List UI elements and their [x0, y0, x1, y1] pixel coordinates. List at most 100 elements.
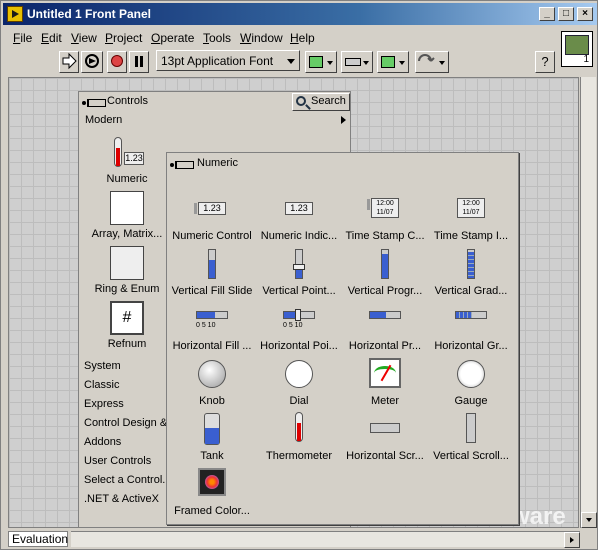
- category-addons[interactable]: Addons: [84, 436, 121, 448]
- minimize-button[interactable]: _: [539, 7, 555, 21]
- run-button[interactable]: [59, 51, 79, 73]
- numeric-subpalette: Numeric 1.23 Numeric Control 1.23 Numeri…: [166, 152, 519, 525]
- context-help-button[interactable]: ?: [535, 51, 555, 73]
- knob-item[interactable]: Knob: [168, 356, 256, 407]
- category-dotnet-activex[interactable]: .NET & ActiveX: [84, 493, 159, 505]
- abort-button[interactable]: [107, 51, 127, 73]
- align-objects-button[interactable]: [305, 51, 337, 73]
- menu-edit[interactable]: Edit: [41, 31, 62, 45]
- time-stamp-control-item[interactable]: 12:00 11/07 Time Stamp C...: [341, 191, 429, 242]
- numeric-control-icon: 1.23: [194, 191, 230, 227]
- title-bar[interactable]: Untitled 1 Front Panel _ □ ×: [3, 3, 597, 25]
- meter-item[interactable]: Meter: [341, 356, 429, 407]
- connector-pane-number: 1: [583, 54, 589, 65]
- scroll-right-button[interactable]: [564, 532, 580, 548]
- pause-button[interactable]: [129, 51, 149, 73]
- horizontal-scrollbar[interactable]: [71, 531, 580, 548]
- resize-icon: [381, 56, 395, 68]
- search-button[interactable]: Search: [292, 93, 350, 111]
- tank-item[interactable]: Tank: [168, 411, 256, 462]
- time-stamp-control-icon: 12:00 11/07: [367, 191, 403, 227]
- menu-window[interactable]: Window: [240, 31, 283, 45]
- menu-file[interactable]: File: [13, 31, 32, 45]
- dial-item[interactable]: Dial: [255, 356, 343, 407]
- horizontal-scrollbar-icon: [367, 411, 403, 447]
- pin-icon[interactable]: [82, 97, 106, 107]
- chevron-down-icon: [439, 61, 445, 65]
- horizontal-graduated-bar-item[interactable]: Horizontal Gr...: [427, 301, 515, 352]
- vertical-scrollbar[interactable]: [580, 77, 597, 528]
- resize-objects-button[interactable]: [377, 51, 409, 73]
- menu-operate[interactable]: Operate: [151, 31, 194, 45]
- numeric-indicator-icon: 1.23: [281, 191, 317, 227]
- pin-icon[interactable]: [170, 159, 194, 169]
- category-user-controls[interactable]: User Controls: [84, 455, 151, 467]
- run-continuously-icon: [85, 54, 99, 68]
- vertical-scrollbar-item[interactable]: Vertical Scroll...: [427, 411, 515, 462]
- menu-project[interactable]: Project: [105, 31, 142, 45]
- pause-icon: [135, 56, 138, 67]
- evaluation-label: Evaluation: [8, 531, 68, 547]
- tank-icon: [194, 411, 230, 447]
- horizontal-fill-slide-item[interactable]: 0 5 10 Horizontal Fill ...: [168, 301, 256, 352]
- watermark: ware: [511, 503, 566, 530]
- vertical-graduated-bar-item[interactable]: Vertical Grad...: [427, 246, 515, 297]
- array-icon: [110, 191, 144, 225]
- palette-item-numeric[interactable]: 1.23 Numeric: [85, 136, 169, 185]
- palette-item-refnum[interactable]: # Refnum: [85, 301, 169, 350]
- numeric-indicator-item[interactable]: 1.23 Numeric Indic...: [255, 191, 343, 242]
- horizontal-progress-bar-item[interactable]: Horizontal Pr...: [341, 301, 429, 352]
- vertical-pointer-slide-item[interactable]: Vertical Point...: [255, 246, 343, 297]
- horizontal-graduated-bar-icon: [453, 301, 489, 337]
- category-express[interactable]: Express: [84, 398, 124, 410]
- window-title: Untitled 1 Front Panel: [27, 7, 152, 21]
- palette-title: Controls: [107, 95, 148, 107]
- horizontal-pointer-slide-item[interactable]: 0 5 10 Horizontal Poi...: [255, 301, 343, 352]
- reorder-button[interactable]: [415, 51, 449, 73]
- horizontal-progress-bar-icon: [367, 301, 403, 337]
- font-selector-value: 13pt Application Font: [161, 54, 274, 68]
- gauge-item[interactable]: Gauge: [427, 356, 515, 407]
- menu-view[interactable]: View: [71, 31, 97, 45]
- vertical-progress-bar-icon: [367, 246, 403, 282]
- close-button[interactable]: ×: [577, 7, 593, 21]
- palette-header: Controls Search: [79, 92, 350, 112]
- search-icon: [296, 96, 306, 106]
- framed-color-box-item[interactable]: Framed Color...: [168, 466, 256, 517]
- run-arrow-icon: [62, 52, 77, 70]
- thermometer-item[interactable]: Thermometer: [255, 411, 343, 462]
- vertical-fill-slide-item[interactable]: Vertical Fill Slide: [168, 246, 256, 297]
- distribute-objects-button[interactable]: [341, 51, 373, 73]
- scroll-down-button[interactable]: [581, 512, 597, 528]
- category-classic[interactable]: Classic: [84, 379, 119, 391]
- font-selector[interactable]: 13pt Application Font: [156, 50, 300, 71]
- maximize-button[interactable]: □: [558, 7, 574, 21]
- menu-bar: File Edit View Project Operate Tools Win…: [3, 28, 557, 48]
- run-continuously-button[interactable]: [81, 51, 103, 73]
- menu-help[interactable]: Help: [290, 31, 315, 45]
- front-panel-window: Untitled 1 Front Panel _ □ × File Edit V…: [0, 0, 598, 550]
- vertical-progress-bar-item[interactable]: Vertical Progr...: [341, 246, 429, 297]
- time-stamp-indicator-item[interactable]: 12:00 11/07 Time Stamp I...: [427, 191, 515, 242]
- numeric-control-item[interactable]: 1.23 Numeric Control: [168, 191, 256, 242]
- reorder-icon: [418, 54, 435, 62]
- horizontal-scrollbar-item[interactable]: Horizontal Scr...: [341, 411, 429, 462]
- palette-item-array[interactable]: Array, Matrix...: [85, 191, 169, 240]
- palette-item-ring-enum[interactable]: Ring & Enum: [85, 246, 169, 295]
- category-modern[interactable]: Modern: [81, 112, 350, 129]
- gauge-icon: [453, 356, 489, 392]
- horizontal-pointer-slide-icon: 0 5 10: [281, 301, 317, 337]
- vertical-scrollbar-icon: [453, 411, 489, 447]
- category-control-design[interactable]: Control Design &: [84, 417, 167, 429]
- numeric-icon: 1.23: [110, 136, 144, 170]
- knob-icon: [194, 356, 230, 392]
- refnum-icon: #: [110, 301, 144, 335]
- menu-tools[interactable]: Tools: [203, 31, 231, 45]
- distribute-icon: [345, 58, 361, 66]
- search-label: Search: [311, 95, 346, 107]
- labview-app-icon: [7, 6, 23, 22]
- horizontal-fill-slide-icon: 0 5 10: [194, 301, 230, 337]
- connector-pane-icon[interactable]: 1: [561, 31, 593, 67]
- category-select-control[interactable]: Select a Control...: [84, 474, 171, 486]
- category-system[interactable]: System: [84, 360, 121, 372]
